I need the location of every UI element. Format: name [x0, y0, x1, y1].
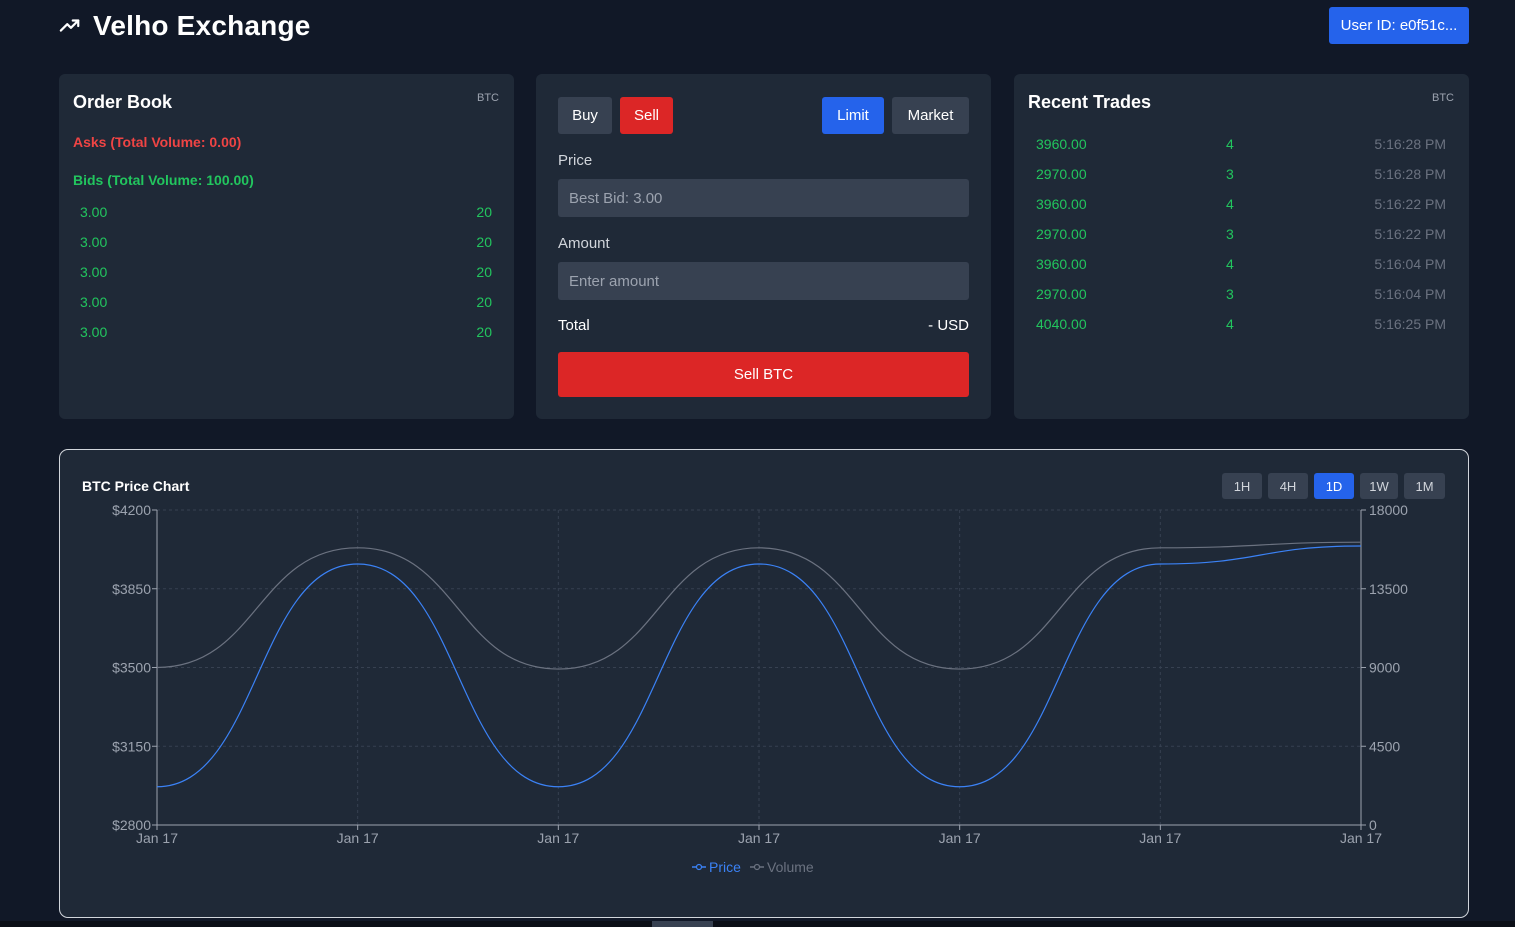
bid-amount: 20: [476, 234, 492, 250]
y-tick-label-right: 13500: [1369, 581, 1408, 597]
total-row: Total - USD: [558, 317, 969, 334]
amount-input[interactable]: Enter amount: [558, 262, 969, 300]
market-tab[interactable]: Market: [892, 97, 969, 134]
trade-time: 5:16:22 PM: [1374, 196, 1446, 212]
trades-list: 3960.00 4 5:16:28 PM 2970.00 3 5:16:28 PM 39…: [1036, 136, 1446, 346]
legend-swatch-dot: [695, 863, 703, 871]
trade-row: 3960.00 4 5:16:28 PM: [1036, 136, 1446, 166]
trade-time: 5:16:28 PM: [1374, 136, 1446, 152]
x-tick-label: Jan 17: [337, 830, 379, 846]
order-book-panel: Order Book BTC Asks (Total Volume: 0.00)…: [59, 74, 514, 419]
bid-price: 3.00: [80, 234, 108, 250]
trade-amount: 4: [1226, 136, 1234, 152]
trade-amount: 3: [1226, 226, 1234, 242]
x-tick-label: Jan 17: [738, 830, 780, 846]
y-tick-label-right: 18000: [1369, 502, 1408, 518]
trade-row: 3960.00 4 5:16:22 PM: [1036, 196, 1446, 226]
bid-row[interactable]: 3.00 20: [80, 294, 492, 324]
brand: Velho Exchange: [59, 8, 1469, 44]
trade-row: 4040.00 4 5:16:25 PM: [1036, 316, 1446, 346]
y-tick-label-right: 9000: [1369, 660, 1400, 676]
limit-tab[interactable]: Limit: [822, 97, 884, 134]
trade-amount: 4: [1226, 196, 1234, 212]
order-book-title: Order Book: [73, 92, 173, 112]
trade-price: 2970.00: [1036, 286, 1087, 302]
trade-row: 2970.00 3 5:16:28 PM: [1036, 166, 1446, 196]
trade-amount: 4: [1226, 256, 1234, 272]
bid-price: 3.00: [80, 264, 108, 280]
bid-row[interactable]: 3.00 20: [80, 324, 492, 354]
trade-time: 5:16:04 PM: [1374, 286, 1446, 302]
price-input[interactable]: Best Bid: 3.00: [558, 179, 969, 217]
bid-row[interactable]: 3.00 20: [80, 234, 492, 264]
x-tick-label: Jan 17: [1139, 830, 1181, 846]
trade-time: 5:16:04 PM: [1374, 256, 1446, 272]
trade-row: 2970.00 3 5:16:04 PM: [1036, 286, 1446, 316]
price-volume-chart: $2800 0$3150 4500$3500 9000$3850 13500$4200 1…: [112, 502, 1408, 875]
y-tick-label-left: $4200: [112, 502, 151, 518]
bid-amount: 20: [476, 204, 492, 220]
sell-btc-button[interactable]: Sell BTC: [558, 352, 969, 397]
bid-amount: 20: [476, 294, 492, 310]
trending-up-icon: [59, 19, 80, 32]
trade-form-panel: Buy Sell Limit Market Price Best Bid: 3.…: [536, 74, 991, 419]
legend-label-volume: Volume: [767, 859, 814, 875]
horizontal-scrollbar[interactable]: [652, 921, 713, 927]
sell-tab[interactable]: Sell: [620, 97, 673, 134]
bids-list: 3.00 20 3.00 20 3.00 20 3.00 20 3.00 20: [80, 204, 492, 354]
page-bottom-strip: [0, 921, 1515, 927]
trade-price: 3960.00: [1036, 196, 1087, 212]
app-title: Velho Exchange: [93, 10, 311, 41]
trade-amount: 3: [1226, 166, 1234, 182]
trade-amount: 4: [1226, 316, 1234, 332]
y-tick-label-left: $3850: [112, 581, 151, 597]
y-tick-label-left: $3150: [112, 738, 151, 754]
asks-label: Asks (Total Volume: 0.00): [73, 134, 242, 150]
trade-row: 2970.00 3 5:16:22 PM: [1036, 226, 1446, 256]
total-value: - USD: [928, 317, 969, 334]
trade-price: 3960.00: [1036, 256, 1087, 272]
x-tick-label: Jan 17: [537, 830, 579, 846]
legend-swatch-dot: [753, 863, 761, 871]
x-tick-label: Jan 17: [1340, 830, 1382, 846]
bid-amount: 20: [476, 324, 492, 340]
y-tick-label-right: 4500: [1369, 738, 1400, 754]
price-chart-panel: BTC Price Chart 1H 4H 1D 1W 1M $2800 0 $31…: [59, 449, 1469, 918]
trade-price: 4040.00: [1036, 316, 1087, 332]
trade-time: 5:16:28 PM: [1374, 166, 1446, 182]
trade-price: 2970.00: [1036, 226, 1087, 242]
buy-tab[interactable]: Buy: [558, 97, 612, 134]
total-label: Total: [558, 317, 590, 334]
bid-row[interactable]: 3.00 20: [80, 204, 492, 234]
legend-label-price: Price: [709, 859, 741, 875]
bid-price: 3.00: [80, 294, 108, 310]
amount-label: Amount: [558, 235, 610, 252]
trade-price: 2970.00: [1036, 166, 1087, 182]
bid-price: 3.00: [80, 324, 108, 340]
trade-time: 5:16:22 PM: [1374, 226, 1446, 242]
bid-amount: 20: [476, 264, 492, 280]
trade-time: 5:16:25 PM: [1374, 316, 1446, 332]
app-header: Velho Exchange User ID: e0f51c...: [59, 7, 1469, 48]
order-book-symbol: BTC: [477, 92, 499, 104]
recent-trades-title: Recent Trades: [1028, 92, 1152, 112]
bid-row[interactable]: 3.00 20: [80, 264, 492, 294]
trade-row: 3960.00 4 5:16:04 PM: [1036, 256, 1446, 286]
trade-price: 3960.00: [1036, 136, 1087, 152]
y-tick-label-left: $3500: [112, 660, 151, 676]
bids-label: Bids (Total Volume: 100.00): [73, 172, 254, 188]
x-tick-label: Jan 17: [939, 830, 981, 846]
price-label: Price: [558, 152, 593, 169]
recent-trades-panel: Recent Trades BTC 3960.00 4 5:16:28 PM 297…: [1014, 74, 1469, 419]
recent-trades-symbol: BTC: [1432, 92, 1454, 104]
user-id-button[interactable]: User ID: e0f51c...: [1329, 7, 1469, 44]
x-tick-label: Jan 17: [136, 830, 178, 846]
bid-price: 3.00: [80, 204, 108, 220]
trade-amount: 3: [1226, 286, 1234, 302]
